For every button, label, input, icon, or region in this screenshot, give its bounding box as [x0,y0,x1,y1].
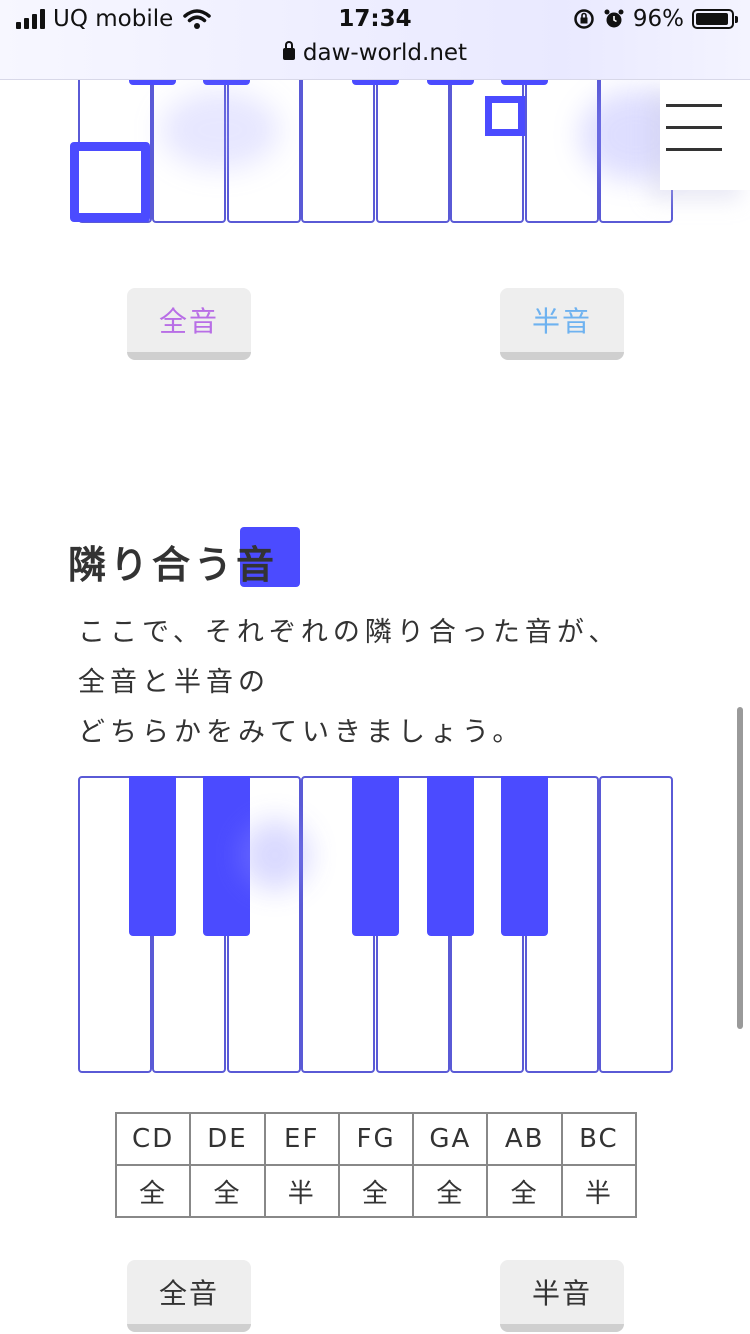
url-text: daw-world.net [302,40,468,66]
black-key-f-sharp[interactable] [352,776,399,936]
lock-icon [282,41,295,60]
half-tone-button[interactable]: 半音 [500,1260,624,1332]
interval-pair-cell: AB [486,1112,563,1166]
paragraph-line-1: ここで、それぞれの隣り合った音が、 [78,617,621,648]
highlight-square-small [485,96,525,136]
hamburger-menu-icon[interactable] [660,80,750,190]
address-bar[interactable]: daw-world.net [0,40,750,66]
interval-pair-cell: FG [337,1112,415,1166]
half-tone-button-top[interactable]: 半音 [500,288,624,360]
interval-type-cell: 半 [560,1164,638,1218]
interval-type-cell: 全 [337,1164,415,1218]
interval-pair-cell: CD [114,1112,192,1166]
interval-pair-cell: EF [263,1112,340,1166]
decorative-glow [160,90,280,170]
black-key-a-sharp[interactable] [501,776,548,936]
whole-tone-button[interactable]: 全音 [127,1260,251,1332]
whole-tone-button-top[interactable]: 全音 [127,288,251,360]
section-title: 隣り合う音 [68,543,279,587]
paragraph-line-2: 全音と半音の [78,667,270,698]
decorative-glow [240,820,310,890]
paragraph-line-3: どちらかをみていきましょう。 [78,717,525,748]
status-right: 96% [573,6,738,32]
black-key-g-sharp[interactable] [427,776,474,936]
interval-type-cell: 半 [263,1164,340,1218]
status-bar: UQ mobile 17:34 96% daw-world.net [0,0,750,80]
interval-row-pairs: CD DE EF FG GA AB BC [114,1112,638,1166]
orientation-lock-icon [574,9,594,29]
interval-type-cell: 全 [114,1164,192,1218]
highlight-square-large [70,142,150,222]
interval-row-types: 全 全 半 全 全 全 半 [114,1164,638,1218]
interval-type-cell: 全 [412,1164,489,1218]
piano-keyboard [78,776,674,1074]
battery-icon [692,9,738,29]
alarm-icon [604,9,624,28]
scrollbar[interactable] [737,707,743,1029]
black-key-c-sharp[interactable] [129,776,176,936]
interval-type-cell: 全 [189,1164,266,1218]
interval-pair-cell: DE [189,1112,266,1166]
interval-pair-cell: GA [412,1112,489,1166]
interval-type-cell: 全 [486,1164,563,1218]
battery-percentage: 96% [632,6,684,32]
interval-table: CD DE EF FG GA AB BC 全 全 半 全 全 全 半 [114,1112,638,1218]
interval-pair-cell: BC [560,1112,638,1166]
white-key-c-high[interactable] [599,776,673,1073]
